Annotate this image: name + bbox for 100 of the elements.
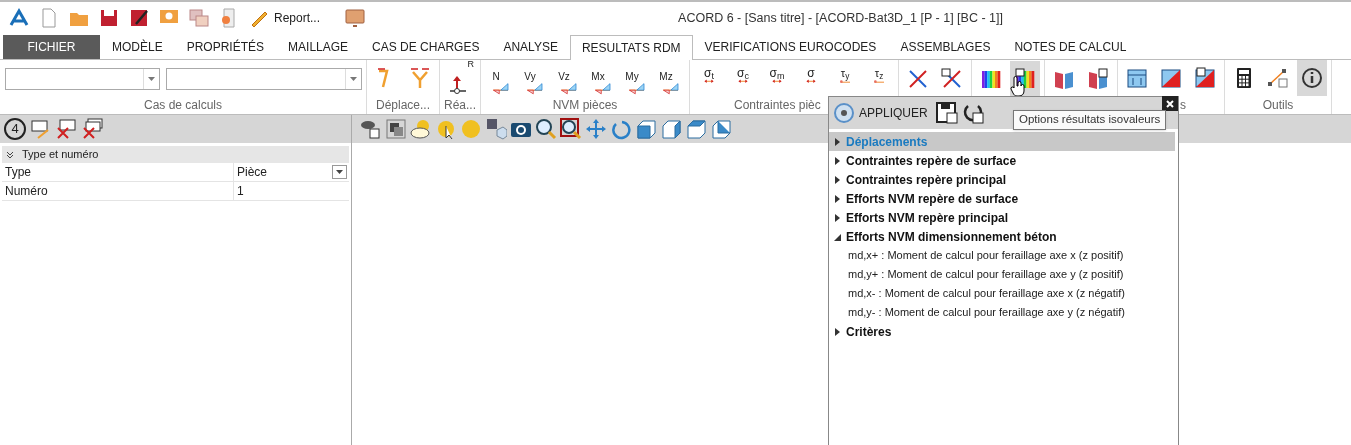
group-label: Contraintes pièc (734, 98, 821, 112)
tree-item[interactable]: md,x- : Moment de calcul pour feraillage axe x (z négatif) (829, 284, 1175, 303)
stress-label: σ$_{m}$ (769, 67, 785, 79)
window-title: ACORD 6 - [Sans titre] - [ACORD-Bat3D_1 [P - 1] [BC - 1]] (678, 10, 1003, 25)
save-view-icon[interactable] (485, 118, 507, 140)
tree-item[interactable]: Efforts NVM dimensionnement béton (829, 227, 1175, 246)
save-icon[interactable] (98, 7, 120, 29)
force-label: Mx (591, 72, 605, 82)
dropdown-arrow-icon (336, 170, 343, 174)
cube-icon[interactable] (660, 118, 682, 140)
info-icon[interactable] (1301, 67, 1323, 89)
force-label: My (625, 72, 639, 82)
search-icon[interactable] (535, 118, 557, 140)
expander-icon (834, 137, 841, 146)
stress-button[interactable]: σ$_{t}$ (694, 60, 724, 96)
cube-icon[interactable] (685, 118, 707, 140)
close-button[interactable] (1162, 96, 1178, 111)
crossed-arrows-icon[interactable] (941, 67, 963, 90)
layers-icon[interactable] (385, 118, 407, 140)
reaction-label: R (467, 60, 474, 69)
delete-comments-icon[interactable] (82, 118, 104, 140)
rotate-icon[interactable] (610, 118, 632, 140)
expander-icon (834, 156, 841, 165)
sun-cursor-icon[interactable] (435, 118, 457, 140)
force-label: Vy (524, 72, 536, 82)
panel-icon[interactable] (1160, 67, 1182, 89)
stress-label: σ (807, 67, 815, 79)
ribbon-tab[interactable]: ANALYSE (491, 35, 570, 59)
tree-item[interactable]: md,y- : Moment de calcul pour feraillage axe y (z négatif) (829, 303, 1175, 322)
ribbon-tab[interactable]: ASSEMBLAGES (888, 35, 1003, 59)
info-button[interactable] (1297, 60, 1327, 96)
measure-icon[interactable] (1267, 67, 1289, 89)
group-label: Déplace... (376, 98, 430, 112)
shear-label: τ$_{y}$ (840, 67, 850, 79)
panel-icon[interactable] (1126, 67, 1148, 89)
save-icon[interactable] (935, 102, 958, 124)
stress-label: σ$_{t}$ (704, 67, 714, 79)
group-label: Outils (1262, 98, 1294, 112)
ribbon-tab[interactable]: VERIFICATIONS EUROCODES (692, 35, 889, 59)
property-value: 1 (237, 183, 244, 200)
cloud-sun-icon[interactable] (410, 118, 432, 140)
expander-icon (834, 232, 841, 241)
stress-button[interactable]: σ (796, 60, 826, 96)
delete-comment-icon[interactable] (56, 118, 78, 140)
internal-force-button[interactable]: Vz (553, 60, 583, 96)
internal-force-button[interactable]: N (485, 60, 515, 96)
internal-force-button[interactable]: Vy (519, 60, 549, 96)
force-label: Mz (659, 72, 673, 82)
refresh-icon[interactable] (961, 102, 984, 124)
stress-label: σ$_{c}$ (737, 67, 749, 79)
stress-button[interactable]: σ$_{c}$ (728, 60, 758, 96)
tooltip: Options résultats isovaleurs (1013, 110, 1167, 130)
tree-item[interactable]: Critères (829, 322, 1175, 341)
visibility-icon[interactable] (360, 118, 382, 140)
reaction-button[interactable]: R (444, 60, 474, 96)
ribbon-tab[interactable]: CAS DE CHARGES (360, 35, 492, 59)
apply-button[interactable]: APPLIQUER (833, 102, 928, 124)
count-badge[interactable]: 4 (4, 118, 26, 140)
ribbon-tab[interactable]: NOTES DE CALCUL (1002, 35, 1139, 59)
dropdown-arrow-icon (148, 77, 155, 81)
group-label: NVM pièces (552, 98, 618, 112)
collapse-chevron-icon (6, 150, 14, 159)
ribbon-tab[interactable]: MAILLAGE (276, 35, 361, 59)
tree-item[interactable]: Efforts NVM repère principal (829, 208, 1175, 227)
edit-icon[interactable] (128, 7, 150, 29)
tree-item[interactable]: Contraintes repère de surface (829, 151, 1175, 170)
internal-force-button[interactable]: Mx (587, 60, 617, 96)
tree-item[interactable]: Contraintes repère principal (829, 170, 1175, 189)
internal-force-button[interactable]: My (621, 60, 651, 96)
tree-item[interactable]: Efforts NVM repère de surface (829, 189, 1175, 208)
expander-icon (834, 213, 841, 222)
shear-label: τ$_{z}$ (874, 67, 884, 79)
expander-icon (834, 194, 841, 203)
tree-item[interactable]: md,x+ : Moment de calcul pour feraillage axe x (z positif) (829, 246, 1175, 265)
cube-icon[interactable] (710, 118, 732, 140)
internal-force-button[interactable]: Mz (655, 60, 685, 96)
ribbon-tab[interactable]: RESULTATS RDM (569, 35, 693, 60)
stress-button[interactable]: σ$_{m}$ (762, 60, 792, 96)
property-name: Numéro (5, 183, 48, 200)
property-name: Type (5, 164, 31, 181)
ribbon-tab[interactable]: MODÈLE (100, 35, 175, 59)
close-icon (1166, 99, 1174, 108)
ribbon-tab[interactable]: PROPRIÉTÉS (174, 35, 277, 59)
section-header[interactable]: Type et numéro (2, 146, 349, 163)
zoom-window-icon[interactable] (560, 118, 582, 140)
monitor-icon[interactable] (344, 7, 367, 29)
expander-icon (834, 175, 841, 184)
tree-item[interactable]: md,y+ : Moment de calcul pour feraillage axe y (z positif) (829, 265, 1175, 284)
shear-button[interactable]: τ$_{y}$ (830, 60, 860, 96)
property-dropdown[interactable]: Pièce (234, 163, 349, 181)
crossed-arrows-icon[interactable] (907, 67, 929, 90)
panel-icon[interactable] (1194, 67, 1216, 89)
cube-icon[interactable] (635, 118, 657, 140)
group-label: Réa... (444, 98, 476, 112)
report-button[interactable]: Report... (248, 7, 321, 29)
shear-button[interactable]: τ$_{z}$ (864, 60, 894, 96)
book-icon[interactable] (1087, 67, 1109, 90)
deformation-icon[interactable] (409, 67, 431, 89)
ribbon-tab[interactable]: FICHIER (3, 35, 100, 59)
expander-icon (834, 327, 841, 336)
